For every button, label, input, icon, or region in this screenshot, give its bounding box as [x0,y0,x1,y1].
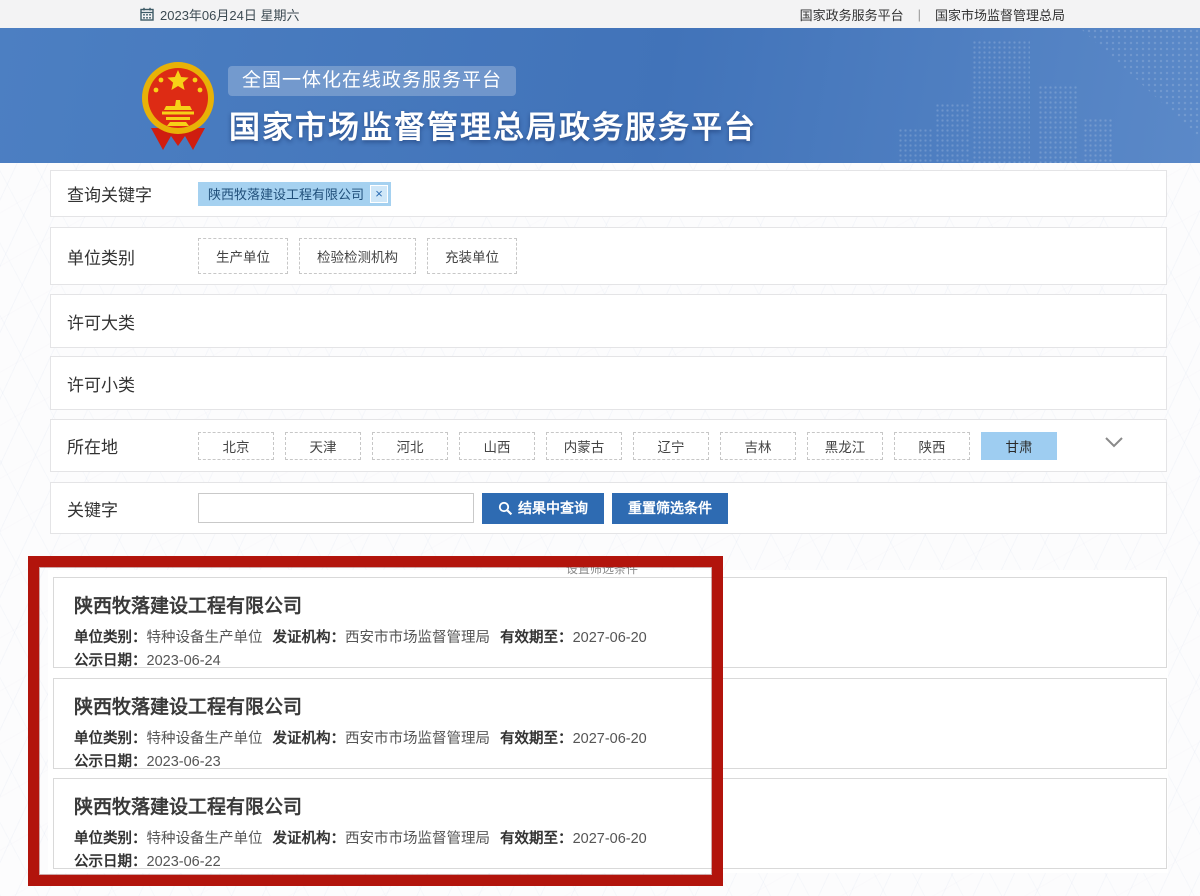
province-neimenggu[interactable]: 内蒙古 [546,432,622,460]
page-title: 国家市场监督管理总局政务服务平台 [229,102,757,147]
authority-value: 西安市市场监督管理局 [345,831,490,847]
filter-row-unit-category: 单位类别 生产单位 检验检测机构 充装单位 [50,227,1167,285]
building-decoration [972,40,1030,163]
platform-badge: 全国一体化在线政务服务平台 [228,66,516,96]
search-in-results-button[interactable]: 结果中查询 [482,493,604,524]
result-card[interactable]: 陕西牧落建设工程有限公司 单位类别：特种设备生产单位 发证机构：西安市市场监督管… [53,678,1167,769]
valid-until-field-label: 有效期至： [500,731,573,747]
filter-row-keyword-search: 关键字 结果中查询 重置筛选条件 [50,482,1167,534]
calendar-icon [140,7,154,21]
result-card[interactable]: 陕西牧落建设工程有限公司 单位类别：特种设备生产单位 发证机构：西安市市场监督管… [53,778,1167,869]
building-decoration [1083,118,1113,163]
top-utility-bar: 2023年06月24日 星期六 国家政务服务平台 | 国家市场监督管理总局 [0,0,1200,28]
search-icon [498,501,513,516]
unit-category-option-inspection[interactable]: 检验检测机构 [299,238,416,274]
filter-row-license-minor: 许可小类 [50,356,1167,410]
result-meta: 单位类别：特种设备生产单位 发证机构：西安市市场监督管理局 有效期至：2027-… [74,627,1146,673]
result-company-name[interactable]: 陕西牧落建设工程有限公司 [74,692,1146,719]
search-in-results-label: 结果中查询 [518,498,588,518]
unit-category-value: 特种设备生产单位 [147,630,263,646]
building-decoration [1038,85,1078,163]
link-national-gov-platform[interactable]: 国家政务服务平台 [800,5,904,24]
license-major-label: 许可大类 [51,309,198,334]
unit-category-field-label: 单位类别： [74,831,147,847]
authority-field-label: 发证机构： [273,731,346,747]
valid-until-value: 2027-06-20 [573,731,647,747]
query-keyword-label: 查询关键字 [51,181,198,206]
province-liaoning[interactable]: 辽宁 [633,432,709,460]
keyword-label: 关键字 [51,496,198,521]
province-jilin[interactable]: 吉林 [720,432,796,460]
province-shaanxi[interactable]: 陕西 [894,432,970,460]
query-keyword-tag: 陕西牧落建设工程有限公司 × [198,182,391,206]
site-header: 全国一体化在线政务服务平台 国家市场监督管理总局政务服务平台 [0,28,1200,163]
unit-category-field-label: 单位类别： [74,731,147,747]
result-meta: 单位类别：特种设备生产单位 发证机构：西安市市场监督管理局 有效期至：2027-… [74,828,1146,874]
link-samr-home[interactable]: 国家市场监督管理总局 [935,5,1065,24]
filter-row-license-major: 许可大类 [50,294,1167,348]
province-beijing[interactable]: 北京 [198,432,274,460]
location-label: 所在地 [51,433,198,458]
valid-until-value: 2027-06-20 [573,831,647,847]
clipped-filter-note: 设置筛选条件 [566,560,638,577]
page: 2023年06月24日 星期六 国家政务服务平台 | 国家市场监督管理总局 [0,0,1200,896]
tag-close-icon[interactable]: × [370,185,388,203]
authority-field-label: 发证机构： [273,831,346,847]
topbar-links: 国家政务服务平台 | 国家市场监督管理总局 [800,5,1065,24]
unit-category-value: 特种设备生产单位 [147,831,263,847]
unit-category-label: 单位类别 [51,244,198,269]
date-text: 2023年06月24日 星期六 [160,5,299,24]
publish-date-value: 2023-06-24 [147,653,221,669]
valid-until-value: 2027-06-20 [573,630,647,646]
result-company-name[interactable]: 陕西牧落建设工程有限公司 [74,591,1146,618]
province-gansu-selected[interactable]: 甘肃 [981,432,1057,460]
province-shanxi[interactable]: 山西 [459,432,535,460]
province-tianjin[interactable]: 天津 [285,432,361,460]
result-card[interactable]: 陕西牧落建设工程有限公司 单位类别：特种设备生产单位 发证机构：西安市市场监督管… [53,577,1167,668]
publish-date-field-label: 公示日期： [74,854,147,870]
link-separator: | [918,7,921,22]
publish-date-value: 2023-06-22 [147,854,221,870]
national-emblem [141,58,215,154]
result-company-name[interactable]: 陕西牧落建设工程有限公司 [74,792,1146,819]
building-decoration [935,103,969,163]
unit-category-option-production[interactable]: 生产单位 [198,238,288,274]
keyword-input[interactable] [198,493,474,523]
filter-row-query-keyword: 查询关键字 陕西牧落建设工程有限公司 × [50,170,1167,217]
province-heilongjiang[interactable]: 黑龙江 [807,432,883,460]
unit-category-option-filling[interactable]: 充装单位 [427,238,517,274]
publish-date-value: 2023-06-23 [147,754,221,770]
license-minor-label: 许可小类 [51,371,198,396]
filter-row-location: 所在地 北京 天津 河北 山西 内蒙古 辽宁 吉林 黑龙江 陕西 甘肃 [50,419,1167,472]
unit-category-field-label: 单位类别： [74,630,147,646]
authority-value: 西安市市场监督管理局 [345,731,490,747]
result-meta: 单位类别：特种设备生产单位 发证机构：西安市市场监督管理局 有效期至：2027-… [74,728,1146,774]
publish-date-field-label: 公示日期： [74,653,147,669]
publish-date-field-label: 公示日期： [74,754,147,770]
unit-category-value: 特种设备生产单位 [147,731,263,747]
query-keyword-tag-text: 陕西牧落建设工程有限公司 [208,184,364,203]
current-date: 2023年06月24日 星期六 [140,5,299,24]
reset-filters-button[interactable]: 重置筛选条件 [612,493,728,524]
valid-until-field-label: 有效期至： [500,630,573,646]
valid-until-field-label: 有效期至： [500,831,573,847]
authority-value: 西安市市场监督管理局 [345,630,490,646]
building-decoration [898,128,932,163]
authority-field-label: 发证机构： [273,630,346,646]
province-hebei[interactable]: 河北 [372,432,448,460]
chevron-down-icon[interactable] [1104,436,1124,448]
reset-filters-label: 重置筛选条件 [628,498,712,518]
